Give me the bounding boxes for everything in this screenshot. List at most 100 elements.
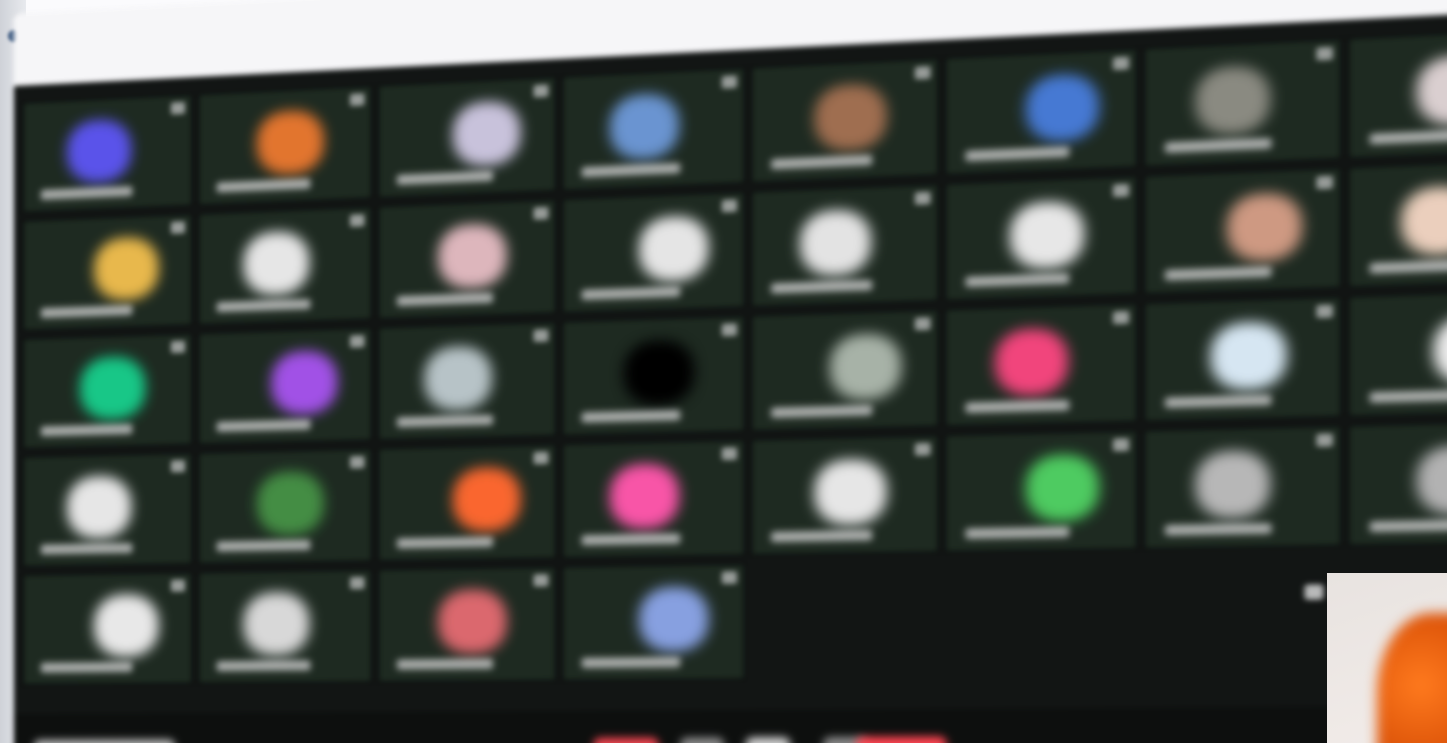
participant-video [93,594,159,657]
participant-tile[interactable] [1143,424,1343,551]
participant-tile[interactable] [377,75,558,200]
participant-tile[interactable] [561,190,746,315]
participant-name-label [396,414,493,428]
participant-name-label [965,146,1070,162]
participant-tile[interactable] [21,93,194,214]
participant-tile[interactable] [197,205,373,327]
participant-video [93,236,159,302]
participant-video [638,215,709,283]
participant-mic-icon [914,442,931,456]
participant-mic-icon [1112,183,1130,198]
participant-video [1432,314,1447,385]
photo-of-monitor [0,0,1447,743]
participant-tile[interactable] [377,443,558,563]
participant-name-label [216,178,311,193]
participant-name-label [965,273,1070,288]
participant-mic-icon [721,447,738,461]
participant-tile[interactable] [944,429,1139,554]
participant-video [452,100,521,168]
participant-name-label [770,280,873,294]
participant-video [829,333,902,401]
participant-name-label [396,658,493,670]
participant-name-label [965,400,1070,414]
participant-tile[interactable] [1347,419,1447,547]
participant-tile[interactable] [750,434,940,557]
participant-tile[interactable] [561,66,746,192]
participant-mic-icon [1316,175,1333,190]
participant-video [1400,185,1447,257]
participant-name-label [40,424,133,437]
participant-tile[interactable] [377,320,558,442]
participant-video [242,592,310,656]
participant-name-label [216,299,311,313]
participant-mic-icon [914,317,931,331]
mic-icon[interactable] [1304,584,1324,600]
participant-video [242,230,310,296]
participant-video [609,92,680,161]
participant-mic-icon [721,323,738,337]
participant-tile[interactable] [197,84,373,207]
participant-video [799,208,872,277]
participant-tile[interactable] [1143,37,1343,169]
participant-video [994,328,1069,397]
participant-name-label [965,526,1070,540]
participant-mic-icon [1112,438,1130,452]
participant-mic-icon [349,334,365,348]
participant-tile[interactable] [21,571,194,686]
participant-name-label [216,419,311,433]
participant-tile[interactable] [561,438,746,560]
participant-tile[interactable] [944,302,1139,428]
participant-mic-icon [170,101,186,115]
participant-mic-icon [533,84,549,98]
participant-video [270,350,338,416]
participant-tile[interactable] [1347,27,1447,160]
participant-tile[interactable] [750,308,940,433]
participant-tile[interactable] [377,198,558,321]
participant-tile[interactable] [750,182,940,309]
participant-mic-icon [1316,304,1333,319]
participant-mic-icon [721,571,738,585]
participant-video [814,458,887,526]
participant-name-label [770,530,873,543]
participant-tile[interactable] [944,174,1139,302]
participant-name-label [581,163,681,178]
participant-tile[interactable] [944,47,1139,177]
participant-mic-icon [349,455,365,469]
participant-video [814,83,887,152]
participant-tile[interactable] [561,562,746,682]
participant-mic-icon [170,221,186,234]
participant-tile[interactable] [1347,288,1447,418]
participant-mic-icon [170,460,186,473]
participant-video [256,109,324,176]
participant-tile[interactable] [1143,166,1343,296]
participant-video [256,471,324,536]
participant-tile[interactable] [1347,158,1447,289]
participant-tile[interactable] [21,212,194,332]
participant-video [423,345,493,412]
participant-tile[interactable] [1143,295,1343,423]
participant-tile[interactable] [197,568,373,685]
participant-tile[interactable] [21,451,194,568]
participant-mic-icon [1112,310,1130,325]
participant-tile[interactable] [197,326,373,446]
participant-tile[interactable] [561,314,746,437]
participant-mic-icon [349,93,365,107]
participant-name-label [770,405,873,419]
participant-gallery-grid [21,27,1447,743]
participant-mic-icon [349,214,365,227]
participant-video [1194,65,1271,136]
participant-video [1025,73,1100,143]
participant-name-label [40,662,133,673]
participant-name-label [216,540,311,552]
participant-name-label [581,657,681,669]
participant-mic-icon [721,199,738,213]
participant-tile[interactable] [197,447,373,566]
participant-name-label [216,660,311,672]
participant-mic-icon [170,340,186,354]
participant-tile[interactable] [377,565,558,684]
participant-video [1025,454,1100,522]
participant-tile[interactable] [21,332,194,450]
participant-tile[interactable] [750,57,940,185]
participant-name-label [396,536,493,549]
participant-mic-icon [1316,433,1333,447]
